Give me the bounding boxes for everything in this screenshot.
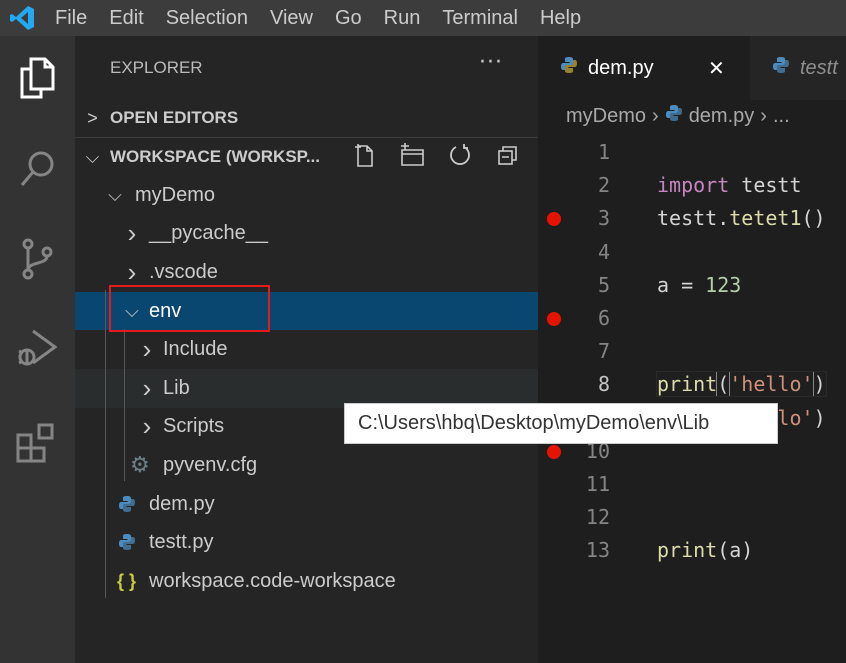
- line-number: 11: [585, 472, 610, 496]
- line-number: 8: [597, 372, 610, 397]
- tab-dem-py[interactable]: dem.py ✕: [538, 36, 750, 100]
- tree-item-label: testt.py: [149, 531, 214, 554]
- menu-edit[interactable]: Edit: [98, 7, 154, 30]
- chevron-right-icon: >: [87, 107, 98, 128]
- source-control-icon[interactable]: [10, 232, 64, 286]
- line-number: 7: [597, 339, 610, 364]
- code-line[interactable]: import testt: [657, 173, 802, 197]
- tree-item-lib[interactable]: › Lib: [75, 369, 538, 408]
- explorer-sidebar: EXPLORER ··· > OPEN EDITORS ⌵ WORKSPACE …: [75, 36, 538, 663]
- breakpoint-icon[interactable]: [547, 212, 561, 227]
- line-number: 13: [585, 538, 610, 563]
- tree-item-label: pyvenv.cfg: [163, 453, 258, 476]
- tree-item-workspace-code-workspace[interactable]: { } workspace.code-workspace: [75, 562, 538, 601]
- tab-label: testt: [800, 56, 838, 79]
- tree-item-label: .vscode: [149, 260, 218, 283]
- tree-item-label: workspace.code-workspace: [149, 569, 396, 592]
- breadcrumb-symbol[interactable]: ...: [773, 105, 790, 128]
- menu-bar: File Edit Selection View Go Run Terminal Help: [0, 0, 846, 36]
- chevron-right-icon: ›: [127, 256, 137, 287]
- line-number: 5: [597, 272, 610, 297]
- path-tooltip: C:\Users\hbq\Desktop\myDemo\env\Lib: [344, 403, 778, 444]
- line-number: 6: [597, 306, 610, 330]
- menu-go[interactable]: Go: [324, 7, 373, 30]
- line-number: 3: [597, 206, 610, 231]
- code-line[interactable]: a = 123: [657, 273, 741, 297]
- tab-label: dem.py: [588, 56, 654, 79]
- menu-help[interactable]: Help: [529, 7, 592, 30]
- menu-selection[interactable]: Selection: [155, 7, 259, 30]
- code-line[interactable]: print('hello'): [656, 371, 827, 398]
- chevron-right-icon: ›: [142, 334, 152, 365]
- activity-bar: [0, 36, 75, 663]
- annotation-highlight-box: [109, 285, 270, 332]
- python-file-icon: [665, 104, 683, 128]
- new-file-icon[interactable]: [351, 142, 377, 168]
- vscode-logo-icon: [0, 0, 44, 36]
- more-actions-button[interactable]: ···: [479, 50, 503, 75]
- breadcrumb: myDemo › dem.py › ...: [566, 104, 790, 128]
- tree-item-label: dem.py: [149, 492, 215, 515]
- tree-item-label: myDemo: [135, 183, 216, 206]
- run-debug-icon[interactable]: [10, 322, 64, 376]
- menu-file[interactable]: File: [44, 7, 98, 30]
- indent-guide: [124, 329, 125, 481]
- breakpoint-icon[interactable]: [547, 312, 561, 326]
- code-line[interactable]: print(a): [657, 538, 753, 562]
- tree-item-testt-py[interactable]: testt.py: [75, 523, 538, 562]
- breadcrumb-folder[interactable]: myDemo: [566, 105, 646, 128]
- breadcrumb-file[interactable]: dem.py: [689, 105, 755, 128]
- chevron-down-icon: ⌵: [85, 146, 100, 167]
- collapse-all-icon[interactable]: [495, 142, 521, 168]
- line-number: 4: [597, 239, 610, 264]
- gear-icon: ⚙: [130, 452, 150, 478]
- close-icon[interactable]: ✕: [708, 56, 725, 81]
- section-label: OPEN EDITORS: [110, 108, 239, 127]
- workspace-actions: [351, 142, 521, 168]
- search-icon[interactable]: [10, 142, 64, 196]
- tree-item-label: __pycache__: [149, 222, 268, 245]
- refresh-icon[interactable]: [447, 142, 473, 168]
- tree-item-label: Include: [163, 338, 228, 361]
- python-file-icon: [118, 495, 136, 519]
- tree-item-label: Scripts: [163, 415, 225, 438]
- tree-item-label: Lib: [163, 376, 190, 399]
- tree-item-include[interactable]: › Include: [75, 330, 538, 369]
- menu-terminal[interactable]: Terminal: [431, 7, 529, 30]
- explorer-title: EXPLORER: [110, 58, 203, 77]
- editor-tabs: dem.py ✕ testt: [538, 36, 846, 100]
- python-file-icon: [118, 533, 136, 557]
- section-label: WORKSPACE (WORKSP...: [110, 147, 320, 166]
- menu-run[interactable]: Run: [373, 7, 432, 30]
- indent-guide: [105, 290, 106, 598]
- chevron-down-icon: ⌵: [108, 184, 122, 205]
- tree-item-pycache[interactable]: › __pycache__: [75, 215, 538, 254]
- tab-testt-py[interactable]: testt: [750, 36, 846, 100]
- chevron-right-icon: ›: [142, 411, 152, 442]
- tree-item-dem-py[interactable]: dem.py: [75, 485, 538, 524]
- python-file-icon: [772, 56, 790, 80]
- explorer-icon[interactable]: [10, 50, 64, 104]
- code-line[interactable]: testt.tetet1(): [657, 206, 826, 230]
- line-number: 12: [585, 505, 610, 530]
- tree-item-mydemo[interactable]: ⌵ myDemo: [75, 176, 538, 215]
- menu-view[interactable]: View: [259, 7, 324, 30]
- tree-item-pyvenv-cfg[interactable]: ⚙ pyvenv.cfg: [75, 446, 538, 485]
- line-number: 2: [597, 173, 610, 198]
- line-number: 1: [597, 140, 610, 164]
- chevron-right-icon: ›: [760, 104, 767, 127]
- chevron-right-icon: ›: [142, 372, 152, 403]
- python-file-icon: [560, 56, 578, 80]
- chevron-right-icon: ›: [127, 218, 137, 249]
- chevron-right-icon: ›: [652, 104, 659, 127]
- open-editors-section[interactable]: > OPEN EDITORS: [75, 99, 538, 137]
- extensions-icon[interactable]: [10, 416, 64, 470]
- json-braces-icon: { }: [117, 570, 137, 591]
- breakpoint-icon[interactable]: [547, 444, 561, 459]
- new-folder-icon[interactable]: [399, 142, 425, 168]
